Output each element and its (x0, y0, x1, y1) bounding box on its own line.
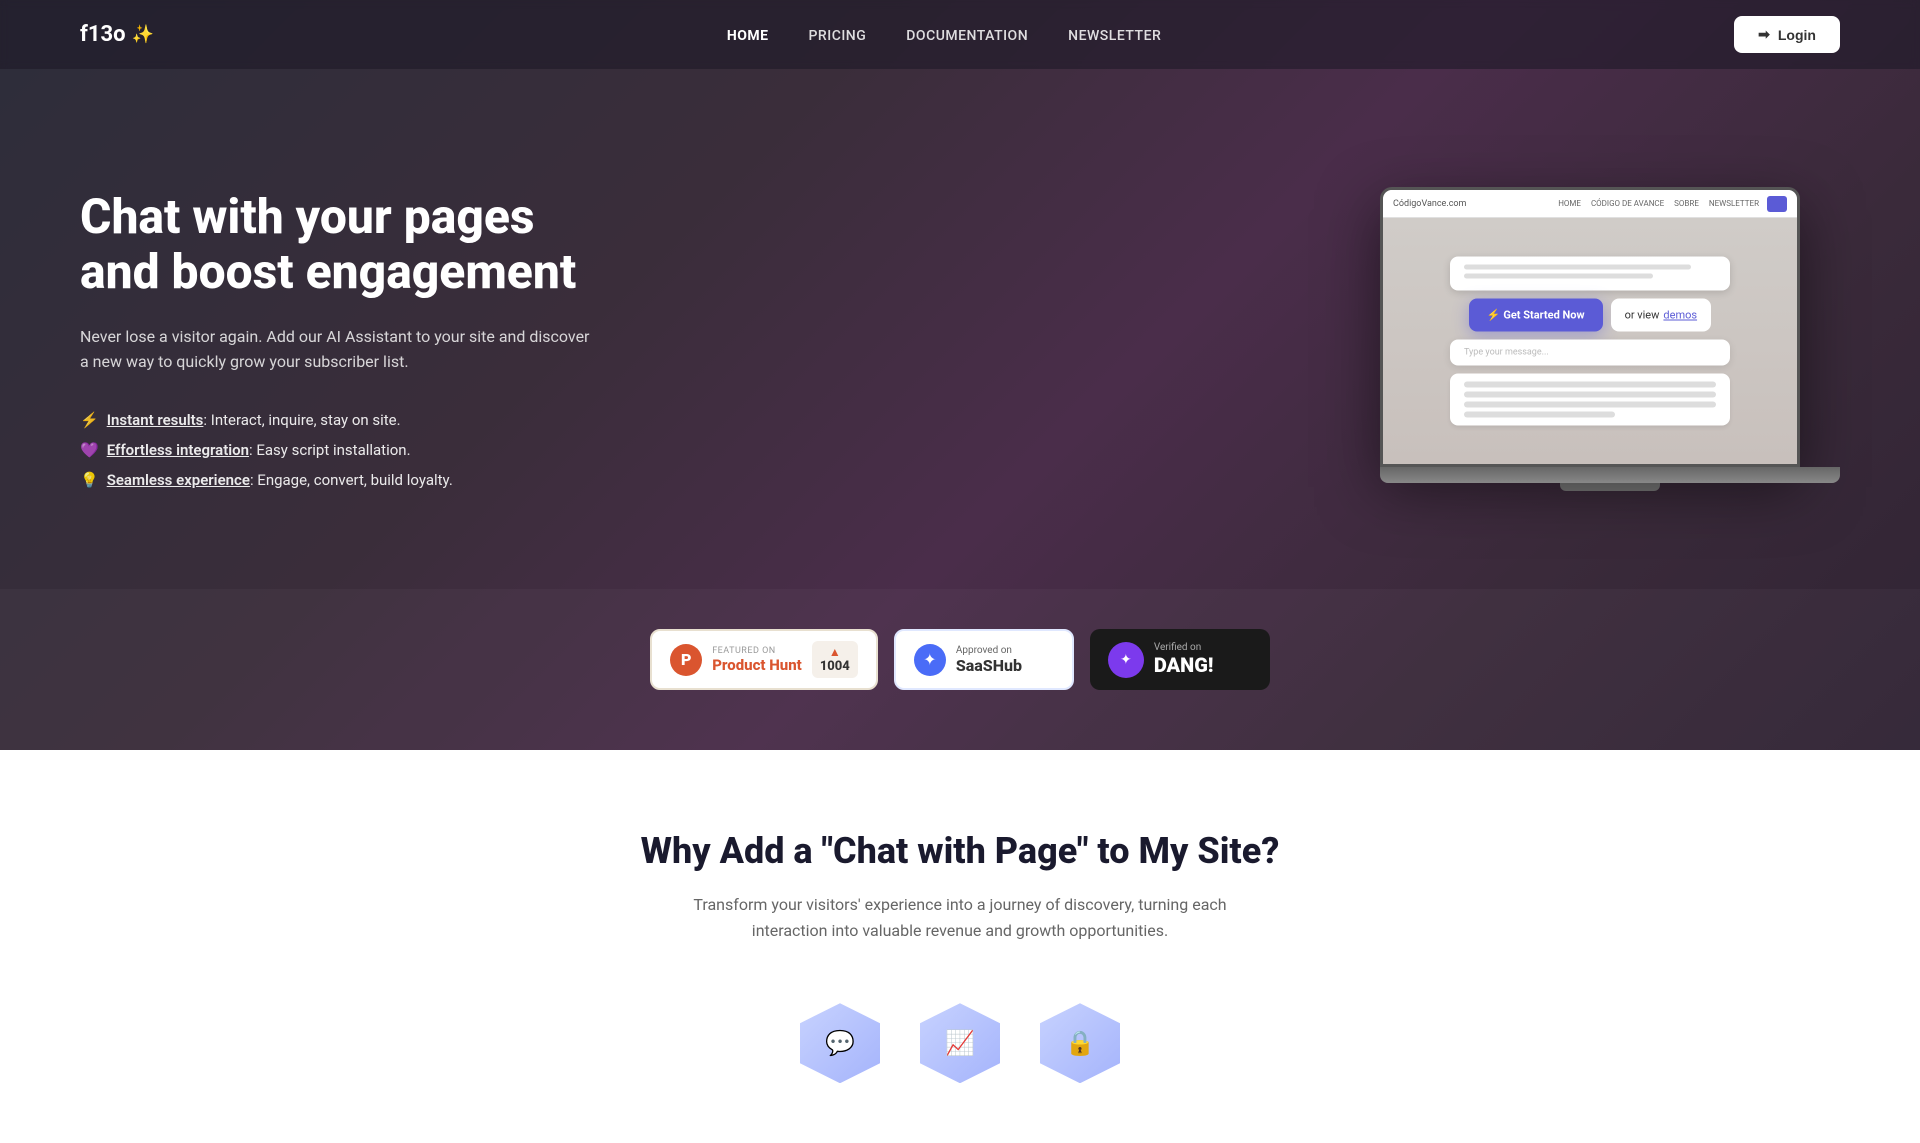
why-card-icon-1: 💬 (800, 1003, 880, 1083)
input-placeholder: Type your message... (1464, 348, 1549, 358)
saashub-icon: ✦ (914, 644, 946, 676)
chat-buttons-row: ⚡ Get Started Now or view demos (1469, 299, 1711, 332)
why-title: Why Add a "Chat with Page" to My Site? (80, 830, 1840, 872)
badges-section: P FEATURED ON Product Hunt ▲ 1004 ✦ Appr… (0, 589, 1920, 750)
dang-verified-label: Verified on (1154, 642, 1214, 653)
navbar: f13o ✨ HOME PRICING DOCUMENTATION NEWSLE… (0, 0, 1920, 69)
chat-get-started-button[interactable]: ⚡ Get Started Now (1469, 299, 1603, 332)
laptop-stand (1560, 483, 1660, 491)
integration-link[interactable]: Effortless integration (107, 441, 249, 459)
hero-left: Chat with your pages and boost engagemen… (80, 189, 600, 489)
sparkle-icon: ✨ (132, 24, 154, 45)
ph-votes: ▲ 1004 (812, 641, 858, 678)
instant-link[interactable]: Instant results (107, 411, 204, 429)
saashub-badge[interactable]: ✦ Approved on SaaSHub (894, 629, 1074, 690)
integration-rest: : Easy script installation. (249, 441, 411, 459)
hero-subtitle: Never lose a visitor again. Add our AI A… (80, 324, 600, 375)
why-cards: 💬 📈 🔒 (80, 1003, 1840, 1083)
chat-bubble (1450, 257, 1730, 291)
or-view-text: or view (1625, 309, 1660, 322)
nav-newsletter[interactable]: NEWSLETTER (1068, 28, 1161, 44)
hero-right: CódigoVance.com HOME CÓDIGO DE AVANCE SO… (1380, 187, 1840, 491)
icon-shape-2: 📈 (920, 1003, 1000, 1083)
text-line-2 (1464, 392, 1716, 398)
instant-icon: ⚡ (80, 411, 99, 429)
why-card-3: 🔒 (1040, 1003, 1120, 1083)
text-line-4 (1464, 412, 1615, 418)
seamless-rest: : Engage, convert, build loyalty. (250, 471, 453, 489)
logo-text: f13o (80, 22, 126, 47)
login-label: Login (1778, 27, 1816, 43)
dang-icon: ✦ (1108, 642, 1144, 678)
laptop-base (1380, 467, 1840, 483)
product-hunt-badge[interactable]: P FEATURED ON Product Hunt ▲ 1004 (650, 629, 878, 690)
ph-featured-label: FEATURED ON (712, 646, 802, 656)
feature-integration: 💜 Effortless integration: Easy script in… (80, 441, 600, 459)
logo[interactable]: f13o ✨ (80, 22, 154, 47)
seamless-icon: 💡 (80, 471, 99, 489)
nav-home[interactable]: HOME (727, 28, 769, 44)
laptop-icon (1767, 196, 1787, 212)
saashub-approved-label: Approved on (956, 645, 1022, 656)
card-icon-2-symbol: 📈 (945, 1029, 975, 1057)
icon-shape-3: 🔒 (1040, 1003, 1120, 1083)
ph-name-label: Product Hunt (712, 656, 802, 674)
laptop-url: CódigoVance.com (1393, 199, 1550, 209)
product-hunt-icon: P (670, 644, 702, 676)
dang-name-label: DANG! (1154, 653, 1214, 677)
laptop-screen: CódigoVance.com HOME CÓDIGO DE AVANCE SO… (1383, 190, 1797, 464)
why-card-2: 📈 (920, 1003, 1000, 1083)
saashub-name-label: SaaSHub (956, 656, 1022, 675)
hero-section: Chat with your pages and boost engagemen… (0, 69, 1920, 589)
dang-badge[interactable]: ✦ Verified on DANG! (1090, 629, 1270, 690)
feature-list: ⚡ Instant results: Interact, inquire, st… (80, 411, 600, 489)
feature-instant: ⚡ Instant results: Interact, inquire, st… (80, 411, 600, 429)
product-hunt-text: FEATURED ON Product Hunt (712, 646, 802, 674)
why-card-icon-2: 📈 (920, 1003, 1000, 1083)
feature-seamless: 💡 Seamless experience: Engage, convert, … (80, 471, 600, 489)
why-card-1: 💬 (800, 1003, 880, 1083)
dang-text: Verified on DANG! (1154, 642, 1214, 677)
card-icon-3-symbol: 🔒 (1065, 1029, 1095, 1057)
hero-title: Chat with your pages and boost engagemen… (80, 189, 600, 299)
icon-shape-1: 💬 (800, 1003, 880, 1083)
chat-text-content (1450, 374, 1730, 426)
ph-vote-count: 1004 (820, 659, 850, 674)
why-card-icon-3: 🔒 (1040, 1003, 1120, 1083)
integration-icon: 💜 (80, 441, 99, 459)
why-section: Why Add a "Chat with Page" to My Site? T… (0, 750, 1920, 1143)
nav-documentation[interactable]: DOCUMENTATION (906, 28, 1028, 44)
login-icon: ➡ (1758, 26, 1770, 43)
demos-link[interactable]: demos (1663, 309, 1697, 322)
text-line-1 (1464, 382, 1716, 388)
ph-arrow-icon: ▲ (829, 645, 841, 659)
login-button[interactable]: ➡ Login (1734, 16, 1840, 53)
saashub-text: Approved on SaaSHub (956, 645, 1022, 675)
chat-demos-button[interactable]: or view demos (1611, 299, 1711, 332)
card-icon-1-symbol: 💬 (825, 1029, 855, 1057)
laptop-content: ⚡ Get Started Now or view demos Type you… (1383, 218, 1797, 464)
chat-input[interactable]: Type your message... (1450, 340, 1730, 366)
text-line-3 (1464, 402, 1716, 408)
laptop-nav-items: HOME CÓDIGO DE AVANCE SOBRE NEWSLETTER (1558, 199, 1759, 208)
instant-rest: : Interact, inquire, stay on site. (203, 411, 400, 429)
nav-pricing[interactable]: PRICING (808, 28, 866, 44)
why-subtitle: Transform your visitors' experience into… (690, 892, 1230, 943)
seamless-link[interactable]: Seamless experience (107, 471, 250, 489)
laptop-topbar: CódigoVance.com HOME CÓDIGO DE AVANCE SO… (1383, 190, 1797, 218)
nav-links: HOME PRICING DOCUMENTATION NEWSLETTER (727, 25, 1161, 44)
laptop-mockup: CódigoVance.com HOME CÓDIGO DE AVANCE SO… (1380, 187, 1800, 467)
chat-overlay: ⚡ Get Started Now or view demos Type you… (1450, 257, 1730, 426)
